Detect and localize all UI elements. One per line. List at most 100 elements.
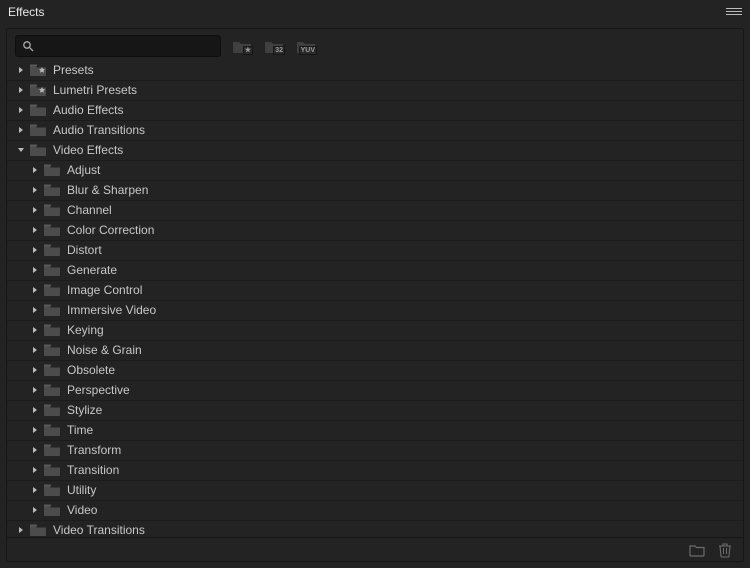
chevron-right-icon[interactable] [29, 286, 41, 294]
chevron-right-icon[interactable] [29, 466, 41, 474]
chevron-right-icon[interactable] [29, 446, 41, 454]
tree-row[interactable]: Blur & Sharpen [7, 181, 743, 201]
tree-row[interactable]: Perspective [7, 381, 743, 401]
tree-row-label: Blur & Sharpen [67, 183, 148, 197]
folder-icon [29, 123, 47, 137]
chevron-right-icon[interactable] [29, 366, 41, 374]
chevron-right-icon[interactable] [29, 186, 41, 194]
effects-toolbar: ★ 32 YUV [7, 29, 743, 61]
chevron-right-icon[interactable] [29, 406, 41, 414]
tree-row-label: Obsolete [67, 363, 115, 377]
folder-icon [43, 263, 61, 277]
tree-row-label: Channel [67, 203, 112, 217]
tree-row-label: Noise & Grain [67, 343, 142, 357]
tree-row-label: Utility [67, 483, 96, 497]
effects-tree[interactable]: Presets Lumetri Presets Audio Effects Au… [7, 61, 743, 538]
tree-row[interactable]: Video Transitions [7, 521, 743, 538]
search-input[interactable] [34, 39, 214, 53]
tree-row[interactable]: Immersive Video [7, 301, 743, 321]
folder-icon [43, 223, 61, 237]
chevron-right-icon[interactable] [15, 526, 27, 534]
chevron-right-icon[interactable] [29, 266, 41, 274]
chevron-right-icon[interactable] [29, 306, 41, 314]
tree-row[interactable]: Utility [7, 481, 743, 501]
chevron-right-icon[interactable] [29, 206, 41, 214]
filter-32bit-button[interactable]: 32 [263, 37, 285, 55]
folder-icon [43, 283, 61, 297]
chevron-down-icon[interactable] [15, 146, 27, 154]
folder-icon [43, 183, 61, 197]
panel-titlebar: Effects [0, 0, 750, 24]
folder-icon [43, 403, 61, 417]
tree-row[interactable]: Keying [7, 321, 743, 341]
tree-row-label: Audio Transitions [53, 123, 145, 137]
chevron-right-icon[interactable] [15, 106, 27, 114]
tree-row[interactable]: Adjust [7, 161, 743, 181]
chevron-right-icon[interactable] [29, 326, 41, 334]
delete-button[interactable] [717, 542, 733, 558]
trash-icon [718, 542, 732, 558]
tree-row-label: Video Transitions [53, 523, 145, 537]
tree-row-label: Perspective [67, 383, 130, 397]
tree-row[interactable]: Obsolete [7, 361, 743, 381]
tree-row[interactable]: Transform [7, 441, 743, 461]
tree-row[interactable]: Video Effects [7, 141, 743, 161]
filter-yuv-button[interactable]: YUV [295, 37, 317, 55]
folder-icon [43, 483, 61, 497]
folder-icon [43, 323, 61, 337]
tree-row-label: Distort [67, 243, 102, 257]
search-icon [22, 40, 34, 52]
chevron-right-icon[interactable] [29, 386, 41, 394]
tree-row-label: Keying [67, 323, 104, 337]
tree-row[interactable]: Generate [7, 261, 743, 281]
tree-row[interactable]: Color Correction [7, 221, 743, 241]
search-field-wrap[interactable] [15, 35, 221, 57]
panel-footer [7, 537, 743, 561]
tree-row[interactable]: Presets [7, 61, 743, 81]
tree-row-label: Immersive Video [67, 303, 156, 317]
tree-row-label: Transition [67, 463, 119, 477]
tree-row[interactable]: Audio Transitions [7, 121, 743, 141]
chevron-right-icon[interactable] [15, 126, 27, 134]
folder-icon [43, 203, 61, 217]
chevron-right-icon[interactable] [29, 346, 41, 354]
new-bin-button[interactable] [689, 542, 705, 558]
tree-row[interactable]: Stylize [7, 401, 743, 421]
tree-row[interactable]: Lumetri Presets [7, 81, 743, 101]
chevron-right-icon[interactable] [15, 86, 27, 94]
tree-row[interactable]: Transition [7, 461, 743, 481]
tree-row[interactable]: Distort [7, 241, 743, 261]
folder-icon [689, 543, 705, 557]
tree-row[interactable]: Time [7, 421, 743, 441]
folder-icon [43, 503, 61, 517]
folder-icon [43, 363, 61, 377]
folder-icon [43, 243, 61, 257]
chevron-right-icon[interactable] [29, 166, 41, 174]
chevron-right-icon[interactable] [29, 486, 41, 494]
filter-badge-label: YUV [299, 46, 317, 55]
filter-badge-label: ★ [243, 46, 253, 55]
tree-row[interactable]: Image Control [7, 281, 743, 301]
folder-icon [43, 423, 61, 437]
tree-row-label: Color Correction [67, 223, 154, 237]
tree-row-label: Stylize [67, 403, 102, 417]
preset-folder-icon [29, 63, 47, 77]
chevron-right-icon[interactable] [29, 506, 41, 514]
filter-accelerated-button[interactable]: ★ [231, 37, 253, 55]
chevron-right-icon[interactable] [15, 66, 27, 74]
folder-icon [43, 343, 61, 357]
chevron-right-icon[interactable] [29, 246, 41, 254]
tree-row[interactable]: Channel [7, 201, 743, 221]
panel-menu-button[interactable] [726, 4, 742, 20]
chevron-right-icon[interactable] [29, 226, 41, 234]
preset-folder-icon [29, 83, 47, 97]
folder-icon [43, 383, 61, 397]
chevron-right-icon[interactable] [29, 426, 41, 434]
folder-icon [43, 163, 61, 177]
tree-row-label: Video Effects [53, 143, 123, 157]
tree-row[interactable]: Audio Effects [7, 101, 743, 121]
tree-row[interactable]: Noise & Grain [7, 341, 743, 361]
panel-title: Effects [8, 5, 44, 19]
tree-row[interactable]: Video [7, 501, 743, 521]
folder-icon [43, 443, 61, 457]
